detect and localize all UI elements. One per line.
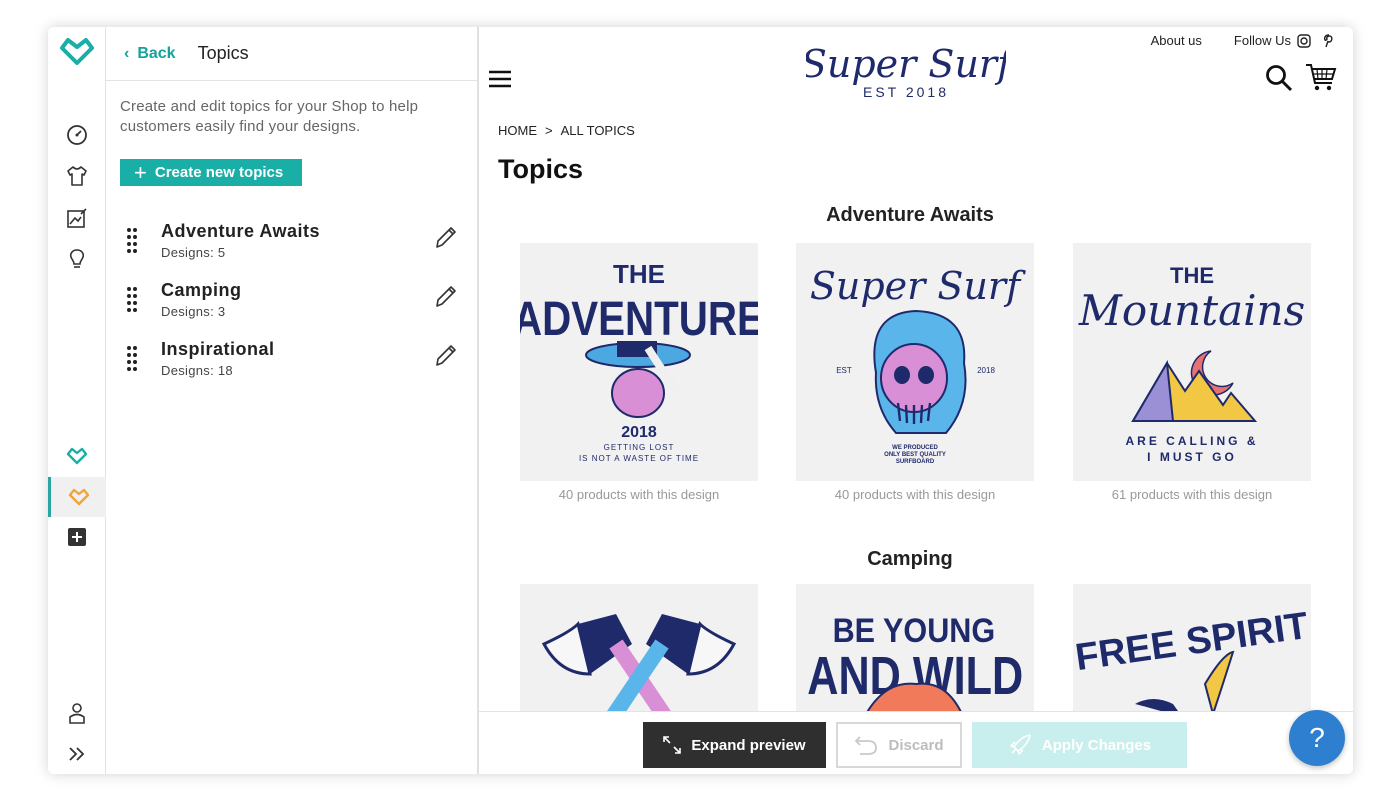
svg-text:WE PRODUCED: WE PRODUCED [892,445,938,451]
design-image-mountains: THE Mountains ARE CALLING & I MUST GO [1078,263,1305,464]
rocket-icon [1010,734,1031,755]
design-card[interactable]: THE Mountains ARE CALLING & I MUST GO [1073,243,1311,481]
topic-name: Camping [161,280,242,300]
drag-handle-icon[interactable] [126,227,138,255]
topic-item-adventure[interactable]: Adventure Awaits Designs: 5 [106,221,479,271]
topic-count: Designs: 18 [161,363,233,378]
pencil-icon[interactable] [433,284,457,310]
topic-item-inspirational[interactable]: Inspirational Designs: 18 [106,339,479,389]
panel-header: ‹ Back Topics [106,27,477,81]
breadcrumb-separator: > [545,123,553,138]
design-caption: 40 products with this design [834,487,996,502]
cart-icon[interactable] [1305,61,1337,93]
chevron-left-icon: ‹ [124,44,130,62]
design-card[interactable]: Super Surf EST 2018 WE PRODUCED ONLY BES… [796,243,1034,481]
about-link[interactable]: About us [1151,33,1202,48]
section-title-camping: Camping [867,548,953,570]
image-edit-icon[interactable] [48,198,106,238]
svg-text:BE YOUNG: BE YOUNG [833,612,996,650]
bottom-action-bar: Expand preview Discard Apply Changes [479,711,1353,774]
svg-text:FREE SPIRIT: FREE SPIRIT [1073,605,1311,679]
svg-text:THE: THE [1170,263,1214,288]
discard-button[interactable]: Discard [836,722,962,768]
svg-text:I MUST GO: I MUST GO [1147,450,1237,464]
user-icon[interactable] [48,693,106,733]
svg-text:THE: THE [613,259,665,289]
instagram-icon[interactable] [1297,33,1311,48]
topic-name: Adventure Awaits [161,221,321,241]
design-caption: 40 products with this design [558,487,720,502]
svg-text:ARE CALLING &: ARE CALLING & [1126,434,1259,448]
help-icon: ? [1309,722,1325,753]
lightbulb-icon[interactable] [48,239,106,279]
svg-text:ONLY BEST QUALITY: ONLY BEST QUALITY [884,452,946,458]
svg-text:IS NOT A WASTE OF TIME: IS NOT A WASTE OF TIME [579,454,699,463]
svg-text:2018: 2018 [977,366,995,375]
create-topic-label: Create new topics [154,164,284,181]
svg-text:ADVENTURE: ADVENTURE [520,293,758,346]
pinterest-icon[interactable] [1323,33,1335,48]
dashboard-icon[interactable] [48,115,106,155]
logo-icon[interactable] [48,31,106,71]
page-title: Topics [498,154,584,184]
search-icon[interactable] [1265,64,1293,92]
pencil-icon[interactable] [433,343,457,369]
undo-icon [855,736,878,755]
apply-changes-button[interactable]: Apply Changes [972,722,1187,768]
svg-text:2018: 2018 [621,424,657,441]
expand-preview-label: Expand preview [691,736,806,754]
follow-label: Follow Us [1233,33,1291,48]
tshirt-icon[interactable] [48,156,106,196]
app-window: ‹ Back Topics Create and edit topics for… [48,27,1353,774]
back-label: Back [137,44,176,62]
back-button[interactable]: ‹ Back [124,45,176,63]
topics-panel: ‹ Back Topics Create and edit topics for… [106,27,479,774]
topic-count: Designs: 5 [161,245,226,260]
discard-label: Discard [888,736,944,754]
heart-orange-icon[interactable] [48,477,106,517]
design-card[interactable]: THE ADVENTURE 2018 GETTING LOST IS NOT A… [520,243,758,481]
help-button[interactable]: ? [1289,710,1345,766]
section-title-adventure: Adventure Awaits [826,204,994,226]
panel-description: Create and edit topics for your Shop to … [120,98,419,135]
svg-text:Super Surf: Super Surf [810,264,1026,308]
svg-text:SURFBOARD: SURFBOARD [896,459,935,465]
breadcrumb: HOME > ALL TOPICS [498,123,635,138]
plus-icon: + [134,159,147,185]
svg-text:EST: EST [836,366,852,375]
hamburger-menu-icon[interactable] [489,70,511,88]
svg-text:GETTING LOST: GETTING LOST [604,443,675,452]
expand-preview-button[interactable]: Expand preview [643,722,826,768]
drag-handle-icon[interactable] [126,286,138,314]
topic-count: Designs: 3 [161,304,226,319]
breadcrumb-all-topics[interactable]: ALL TOPICS [561,123,635,138]
add-square-icon[interactable] [48,517,106,557]
pencil-icon[interactable] [433,225,457,251]
panel-title: Topics [197,43,249,63]
design-caption: 61 products with this design [1111,487,1273,502]
top-links: About us Follow Us [1119,33,1335,48]
apply-changes-label: Apply Changes [1041,736,1152,754]
breadcrumb-home[interactable]: HOME [498,123,537,138]
topic-name: Inspirational [161,339,275,359]
svg-text:Mountains: Mountains [1078,286,1305,335]
expand-chevrons-icon[interactable] [48,734,106,774]
drag-handle-icon[interactable] [126,345,138,373]
design-image-super-surf: Super Surf EST 2018 WE PRODUCED ONLY BES… [810,264,1026,465]
shop-preview: Super Surf EST 2018 About us Follow Us H… [479,27,1353,774]
logo-title: Super Surf [806,42,1006,86]
left-rail [48,27,106,774]
topic-item-camping[interactable]: Camping Designs: 3 [106,280,479,330]
super-surf-logo[interactable]: Super Surf EST 2018 [806,35,1006,105]
logo-subtitle: EST 2018 [863,84,949,100]
design-image-adventure: THE ADVENTURE 2018 GETTING LOST IS NOT A… [520,259,758,463]
create-topic-button[interactable]: + Create new topics [120,159,302,186]
expand-arrows-icon [663,736,682,754]
heart-teal-icon[interactable] [48,436,106,476]
